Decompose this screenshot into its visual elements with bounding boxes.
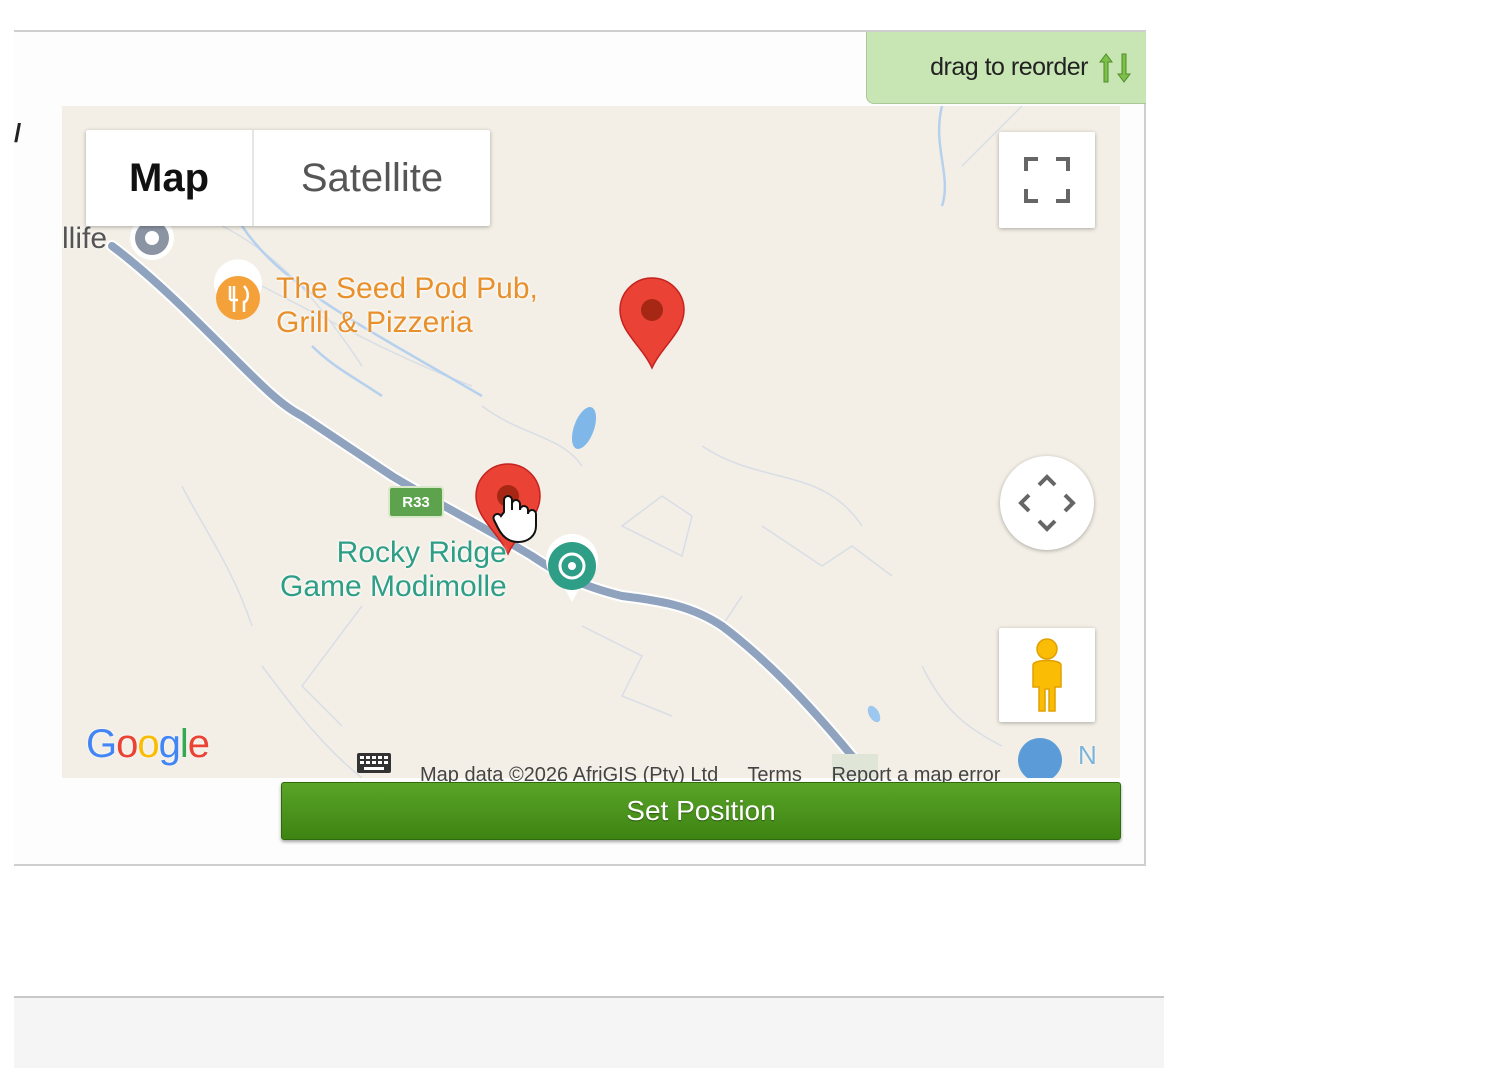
map-type-control: Map Satellite — [86, 130, 490, 226]
poi-label-line: Rocky Ridge — [336, 536, 507, 569]
keyboard-icon[interactable] — [356, 752, 392, 774]
google-logo-letter: l — [179, 722, 189, 766]
set-position-button[interactable]: Set Position — [281, 782, 1121, 840]
poi-label-game-reserve[interactable]: Rocky Ridge Game Modimolle — [280, 536, 507, 604]
poi-label-line: Game Modimolle — [280, 570, 507, 603]
google-logo-letter: g — [158, 722, 181, 766]
restaurant-icon — [213, 259, 262, 322]
google-logo: Google — [86, 722, 210, 767]
map-type-satellite-button[interactable]: Satellite — [254, 130, 490, 226]
pan-control[interactable] — [1000, 456, 1094, 550]
map-type-map-button[interactable]: Map — [86, 130, 254, 226]
poi-label-partial-right: N — [1078, 740, 1097, 770]
google-logo-letter: o — [116, 722, 138, 766]
google-logo-letter: G — [86, 722, 117, 766]
fullscreen-icon — [1024, 157, 1070, 203]
next-row-area — [14, 998, 1164, 1068]
poi-label-partial: llife — [62, 222, 108, 255]
map-marker-icon — [619, 277, 685, 370]
route-shield: R33 — [388, 486, 444, 518]
drag-reorder-handle[interactable]: drag to reorder — [866, 32, 1146, 104]
street-view-button[interactable] — [999, 628, 1095, 722]
poi-label-line: Grill & Pizzeria — [276, 306, 473, 339]
google-logo-letter: e — [187, 722, 210, 766]
poi-label-restaurant[interactable]: The Seed Pod Pub, Grill & Pizzeria — [276, 272, 538, 340]
pan-control-icon — [1018, 474, 1076, 532]
poi-label-line: The Seed Pod Pub, — [276, 272, 538, 305]
drag-label: drag to reorder — [930, 53, 1088, 81]
google-logo-letter: o — [137, 722, 159, 766]
fullscreen-button[interactable] — [999, 132, 1095, 228]
stray-text-mark: / — [14, 118, 22, 148]
reorder-arrows-icon — [1098, 52, 1134, 84]
pegman-icon — [1032, 638, 1062, 712]
